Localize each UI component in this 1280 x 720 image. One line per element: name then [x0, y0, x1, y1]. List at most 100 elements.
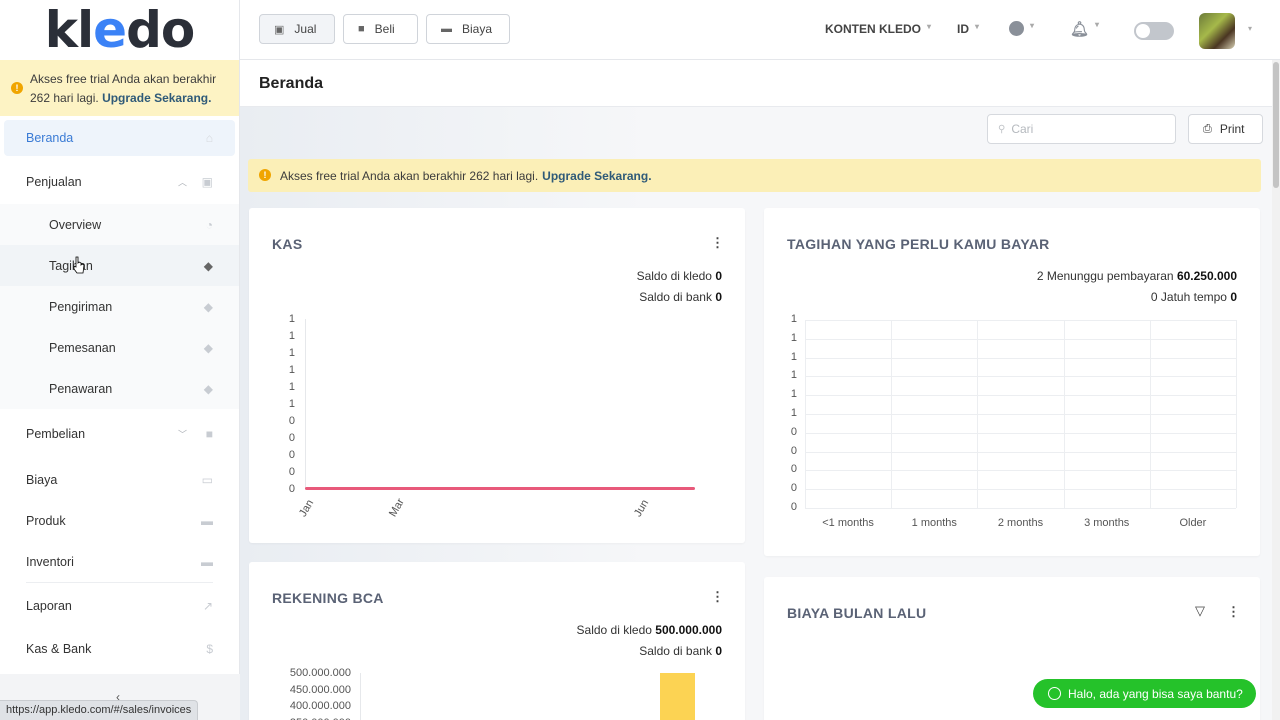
history-button[interactable]: ▾	[1009, 21, 1034, 39]
sidebar-item-overview[interactable]: Overview ◔	[0, 204, 239, 245]
sidebar-item-label: Produk	[26, 513, 66, 528]
print-label: Print	[1219, 122, 1245, 136]
sidebar-item-produk[interactable]: Produk ▬	[0, 500, 239, 541]
grid-line	[805, 395, 1236, 397]
y-tick-label: 0	[790, 425, 797, 438]
sidebar-item-penjualan[interactable]: Penjualan ︿ ▣	[0, 160, 239, 204]
stat-value: 500.000.000	[655, 623, 722, 637]
grid-line	[805, 451, 1236, 453]
y-tick-label: 1	[288, 381, 295, 393]
x-tick-label: <1 months	[822, 517, 874, 529]
sidebar-item-beranda[interactable]: Beranda ⌂	[4, 120, 235, 156]
caret-down-icon: ▾	[1095, 20, 1100, 29]
jual-button[interactable]: ▣ Jual	[259, 14, 335, 44]
page-title: Beranda	[259, 75, 324, 92]
sidebar-item-label: Pembelian	[26, 427, 86, 441]
x-tick-label: Jan	[297, 497, 317, 519]
sidebar-item-penawaran[interactable]: Penawaran ◆	[0, 368, 239, 409]
tag-icon: ◆	[203, 299, 213, 314]
avatar[interactable]	[1199, 13, 1235, 49]
grid-line-vertical	[891, 320, 893, 508]
kledo-logo[interactable]: kledo	[0, 0, 239, 60]
y-tick-label: 450.000.000	[289, 683, 351, 696]
more-vertical-icon[interactable]: ⋮	[1227, 604, 1240, 620]
y-tick-label: 1	[288, 313, 295, 325]
dashboard-content: ⚲ Cari ⎙ Print ! Akses free trial Anda a…	[240, 107, 1272, 720]
tag-icon: ◆	[203, 381, 213, 396]
upgrade-link[interactable]: Upgrade Sekarang.	[542, 169, 651, 183]
sidebar-nav: Beranda ⌂ Penjualan ︿ ▣ Overview ◔ Tagih…	[0, 120, 239, 669]
language-selector[interactable]: ID ▾	[957, 22, 979, 36]
status-bar-url: https://app.kledo.com/#/sales/invoices	[0, 700, 199, 720]
y-tick-label: 0	[288, 415, 295, 427]
print-button[interactable]: ⎙ Print	[1188, 114, 1263, 144]
stat-value: 0	[715, 290, 722, 304]
y-tick-label: 0	[790, 482, 797, 495]
card-title: KAS	[272, 236, 303, 252]
caret-down-icon[interactable]: ▾	[1248, 24, 1252, 33]
card-title: REKENING BCA	[272, 590, 384, 606]
more-vertical-icon[interactable]: ⋮	[711, 589, 724, 605]
beli-label: Beli	[374, 22, 395, 36]
whatsapp-label: Halo, ada yang bisa saya bantu?	[1068, 686, 1243, 701]
search-input[interactable]: ⚲ Cari	[987, 114, 1176, 144]
y-tick-label: 1	[790, 388, 797, 401]
grid-line	[805, 357, 1236, 359]
scrollbar-thumb[interactable]	[1273, 62, 1279, 188]
briefcase-icon: ▬	[201, 554, 213, 569]
trial-notice: ! Akses free trial Anda akan berakhir 26…	[0, 60, 239, 116]
sidebar-item-pemesanan[interactable]: Pemesanan ◆	[0, 327, 239, 368]
warning-icon: !	[11, 82, 23, 94]
whatsapp-chat-button[interactable]: Halo, ada yang bisa saya bantu?	[1033, 679, 1256, 708]
card-title: BIAYA BULAN LALU	[787, 605, 927, 621]
sidebar-item-kas-bank[interactable]: Kas & Bank $	[0, 628, 239, 669]
stat-label: 0 Jatuh tempo	[1150, 290, 1227, 304]
sidebar-item-label: Penawaran	[49, 381, 113, 396]
sidebar-item-tagihan[interactable]: Tagihan ◆	[0, 245, 239, 286]
tagihan-jatuh-tempo: 0 Jatuh tempo 0	[1151, 290, 1237, 304]
card-icon: ▭	[201, 472, 213, 487]
x-tick-label: Older	[1179, 517, 1207, 529]
printer-icon: ⎙	[1203, 122, 1212, 135]
grid-line	[805, 470, 1236, 472]
more-vertical-icon[interactable]: ⋮	[711, 235, 724, 251]
biaya-button[interactable]: ▬ Biaya	[426, 14, 510, 44]
chevron-up-icon: ︿	[177, 177, 187, 188]
logo-text-pre: kl	[44, 1, 94, 59]
biaya-label: Biaya	[462, 22, 493, 36]
stat-value: 0	[1230, 290, 1237, 304]
rekening-bca-card: REKENING BCA ⋮ Saldo di kledo 500.000.00…	[249, 562, 745, 720]
beli-button[interactable]: ■ Beli	[343, 14, 418, 44]
grid-line	[805, 338, 1236, 340]
bar	[660, 673, 695, 720]
sidebar-item-biaya[interactable]: Biaya ▭	[0, 459, 239, 500]
tagihan-card: TAGIHAN YANG PERLU KAMU BAYAR 2 Menunggu…	[764, 208, 1260, 556]
x-tick-label: Mar	[386, 496, 407, 519]
filter-icon[interactable]: ▽	[1195, 603, 1205, 619]
y-tick-label: 0	[288, 466, 295, 478]
grid-line-vertical	[805, 320, 806, 508]
y-tick-label: 500.000.000	[289, 667, 351, 679]
company-selector[interactable]: KONTEN KLEDO ▾	[825, 22, 931, 36]
page-scrollbar[interactable]	[1272, 60, 1280, 720]
sidebar-item-label: Pengiriman	[49, 299, 113, 314]
theme-toggle[interactable]	[1134, 22, 1174, 40]
y-tick-label: 1	[288, 347, 295, 359]
sidebar-item-pengiriman[interactable]: Pengiriman ◆	[0, 286, 239, 327]
sidebar-item-label: Penjualan	[26, 175, 82, 189]
upgrade-link[interactable]: Upgrade Sekarang.	[102, 91, 211, 105]
trial-banner: ! Akses free trial Anda akan berakhir 26…	[248, 159, 1261, 192]
tag-icon: ◆	[203, 340, 213, 355]
kas-series-line	[305, 487, 695, 490]
notification-button[interactable]: 🔔︎ ▾	[1070, 20, 1099, 38]
sidebar-item-label: Overview	[49, 217, 102, 232]
grid-line-vertical	[1063, 320, 1065, 508]
kas-card: KAS ⋮ Saldo di kledo 0 Saldo di bank 0 1…	[249, 208, 745, 543]
clock-icon	[1009, 21, 1024, 36]
banner-text: Akses free trial Anda akan berakhir 262 …	[280, 168, 539, 183]
language-code: ID	[957, 22, 969, 36]
sidebar-item-inventori[interactable]: Inventori ▬	[0, 541, 239, 582]
card-title: TAGIHAN YANG PERLU KAMU BAYAR	[787, 236, 1050, 252]
sidebar-item-laporan[interactable]: Laporan ↗	[0, 583, 239, 628]
sidebar-item-pembelian[interactable]: Pembelian ﹀ ■	[0, 409, 239, 459]
